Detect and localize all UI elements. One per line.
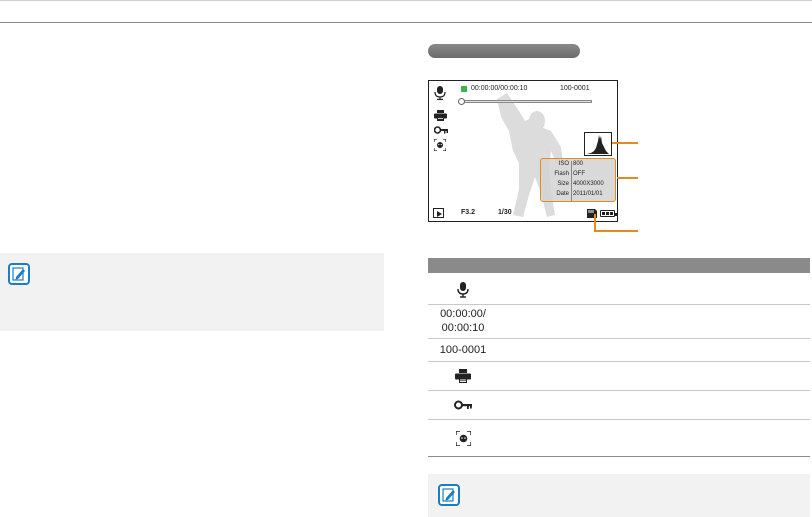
voice-memo-icon xyxy=(457,282,469,298)
timecode: 00:00:00/00:00:10 xyxy=(471,85,528,92)
info-row-date: Date 2011/01/01 xyxy=(556,191,603,197)
face-recognition-icon xyxy=(434,139,446,151)
histogram xyxy=(584,132,612,156)
top-rule xyxy=(0,0,812,1)
note-box-right xyxy=(428,474,810,517)
progress-knob[interactable] xyxy=(458,98,465,105)
file-number: 100-0001 xyxy=(560,85,590,92)
table-row-protect xyxy=(428,393,498,417)
callout-line-histogram xyxy=(612,142,638,144)
table-row-voice-memo xyxy=(428,278,498,302)
header-rule xyxy=(0,22,812,23)
info-row-iso: ISO 800 xyxy=(558,161,584,167)
shutter-speed: 1/30 xyxy=(498,209,512,216)
table-row-print xyxy=(428,364,498,388)
table-row-face-recognition xyxy=(428,422,498,454)
face-recognition-icon xyxy=(455,430,471,446)
note-pencil-icon xyxy=(8,263,30,285)
protect-key-icon xyxy=(454,400,472,410)
battery-icon xyxy=(600,210,617,217)
row-divider xyxy=(428,390,810,391)
aperture-value: F3.2 xyxy=(461,209,476,216)
info-row-flash: Flash OFF xyxy=(554,171,585,177)
callout-line-battery xyxy=(594,230,638,232)
table-cell-file-number: 100-0001 xyxy=(439,344,487,356)
note-box-left xyxy=(0,253,384,331)
camera-playback-screen: 00:00:00/00:00:10 100-0001 ISO 800 Flash… xyxy=(428,80,618,222)
print-icon xyxy=(434,110,447,121)
callout-line-info xyxy=(617,177,638,179)
table-cell-timecode: 00:00:00/ 00:00:10 xyxy=(440,308,486,334)
row-divider xyxy=(428,361,810,362)
row-divider xyxy=(428,419,810,420)
callout-line-battery-vertical xyxy=(594,214,596,231)
print-icon xyxy=(455,369,471,383)
video-progress-bar[interactable] xyxy=(458,98,592,105)
row-divider xyxy=(428,338,810,339)
file-info-box: ISO 800 Flash OFF Size 4000X3000 Date 20… xyxy=(540,158,616,202)
voice-memo-icon xyxy=(434,86,446,100)
recording-indicator xyxy=(461,86,467,92)
info-row-size: Size 4000X3000 xyxy=(557,181,604,187)
playback-mode-icon xyxy=(433,208,444,218)
table-header xyxy=(428,258,810,273)
section-heading-pill xyxy=(428,44,580,58)
row-divider xyxy=(428,304,810,305)
note-pencil-icon xyxy=(438,484,460,506)
memory-card-icon xyxy=(587,209,597,218)
protect-key-icon xyxy=(434,126,448,134)
table-bottom-rule xyxy=(428,456,810,457)
